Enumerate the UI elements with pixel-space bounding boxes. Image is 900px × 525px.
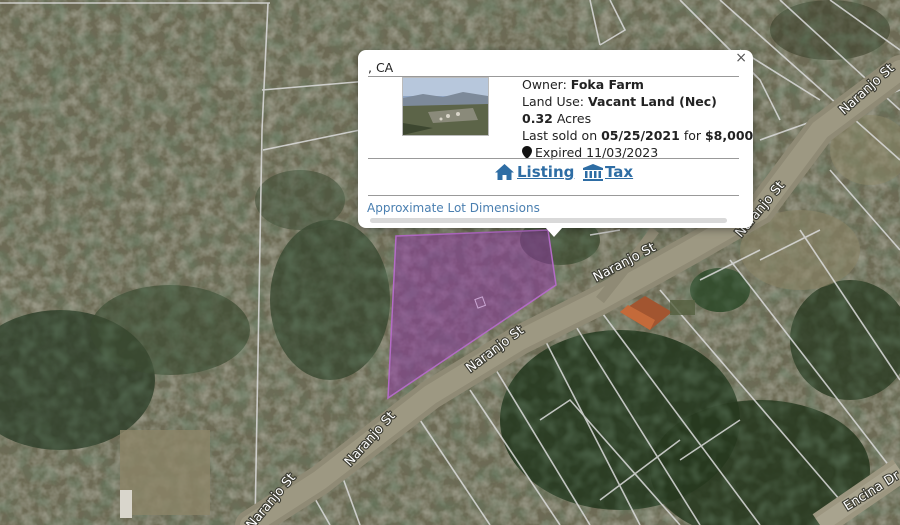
acres-value: 0.32: [522, 111, 553, 126]
land-use-row: Land Use: Vacant Land (Nec): [522, 94, 717, 109]
listing-link[interactable]: Listing: [494, 163, 574, 181]
trailer-structure: [120, 490, 132, 518]
acres-row: 0.32 Acres: [522, 111, 591, 126]
listing-label: Listing: [517, 163, 575, 181]
acres-unit: Acres: [556, 111, 592, 126]
horizontal-scrollbar[interactable]: [370, 218, 727, 223]
parcel-info-popup: × , CA Owner: Foka Farm Land Use: Vacant…: [358, 50, 753, 228]
owner-row: Owner: Foka Farm: [522, 77, 644, 92]
popup-pointer: [545, 227, 563, 237]
land-use-value: Vacant Land (Nec): [588, 94, 717, 109]
last-sold-prefix: Last sold on: [522, 128, 598, 143]
home-icon: [495, 164, 514, 180]
tax-label: Tax: [605, 163, 634, 181]
last-sold-date: 05/25/2021: [601, 128, 680, 143]
owner-value: Foka Farm: [570, 77, 644, 92]
divider: [368, 195, 739, 196]
last-sold-price: $8,000: [704, 128, 754, 143]
land-use-label: Land Use:: [522, 94, 585, 109]
property-thumbnail[interactable]: [402, 77, 489, 136]
lot-dimensions-link[interactable]: Approximate Lot Dimensions: [367, 201, 540, 215]
location-text: , CA: [368, 60, 739, 77]
last-sold-row: Last sold on 05/25/2021 for $8,000: [522, 128, 753, 143]
last-sold-for: for: [683, 128, 701, 143]
tax-link[interactable]: Tax: [583, 163, 633, 181]
divider: [368, 158, 739, 159]
bank-icon: [583, 163, 603, 181]
owner-label: Owner:: [522, 77, 567, 92]
